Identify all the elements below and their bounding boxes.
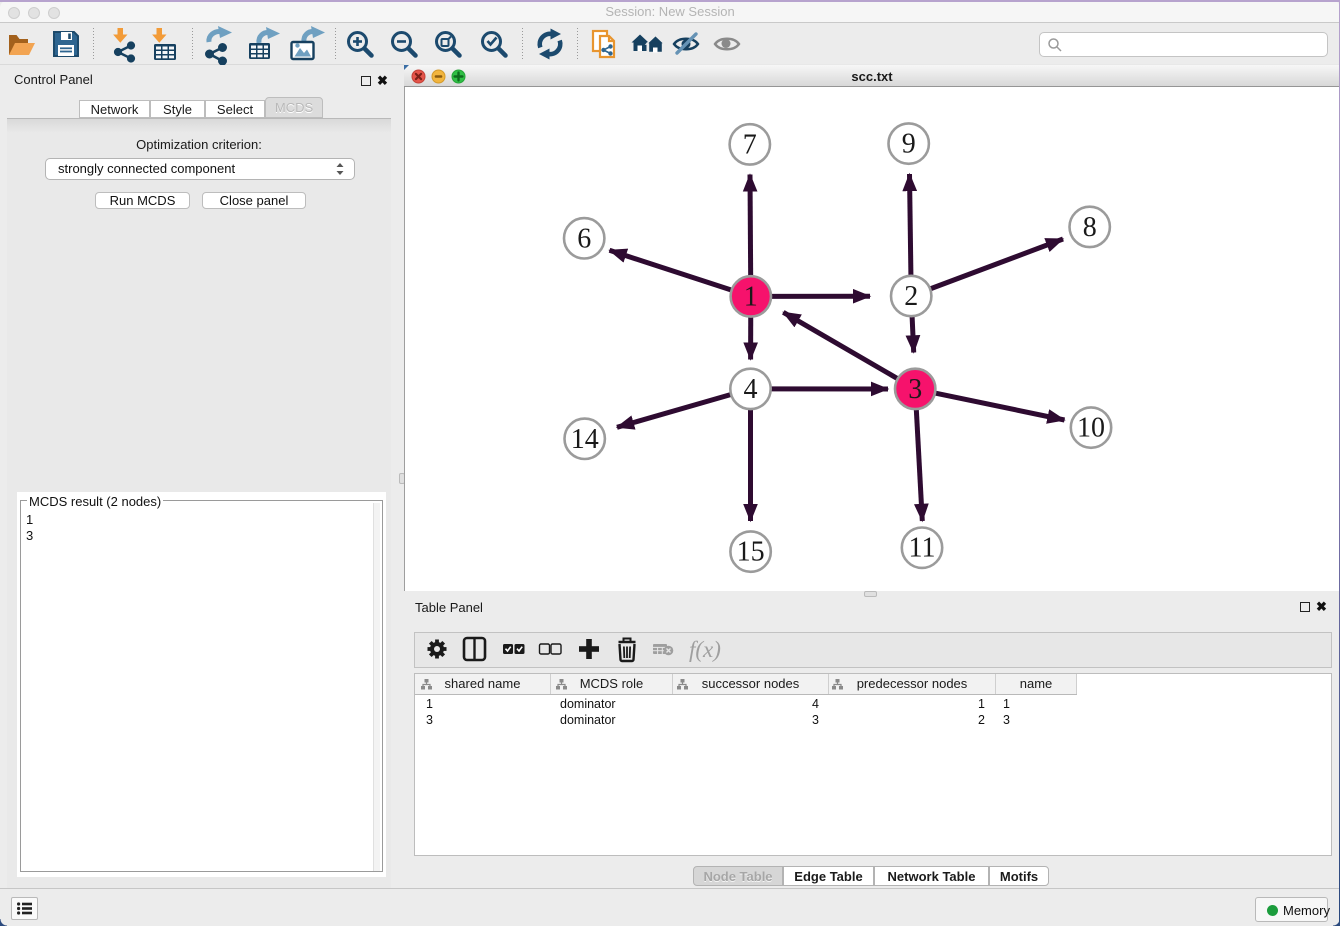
svg-text:f(x): f(x) (689, 637, 721, 662)
svg-text:8: 8 (1083, 212, 1097, 243)
svg-text:14: 14 (571, 424, 599, 455)
svg-text:6: 6 (577, 223, 591, 254)
svg-text:10: 10 (1077, 413, 1105, 444)
svg-text:2: 2 (904, 281, 918, 312)
svg-text:1: 1 (744, 281, 758, 312)
svg-text:9: 9 (902, 129, 916, 160)
svg-text:4: 4 (744, 374, 758, 405)
svg-text:11: 11 (909, 533, 936, 564)
svg-text:7: 7 (743, 129, 757, 160)
svg-text:15: 15 (737, 537, 765, 568)
svg-text:3: 3 (908, 374, 922, 405)
